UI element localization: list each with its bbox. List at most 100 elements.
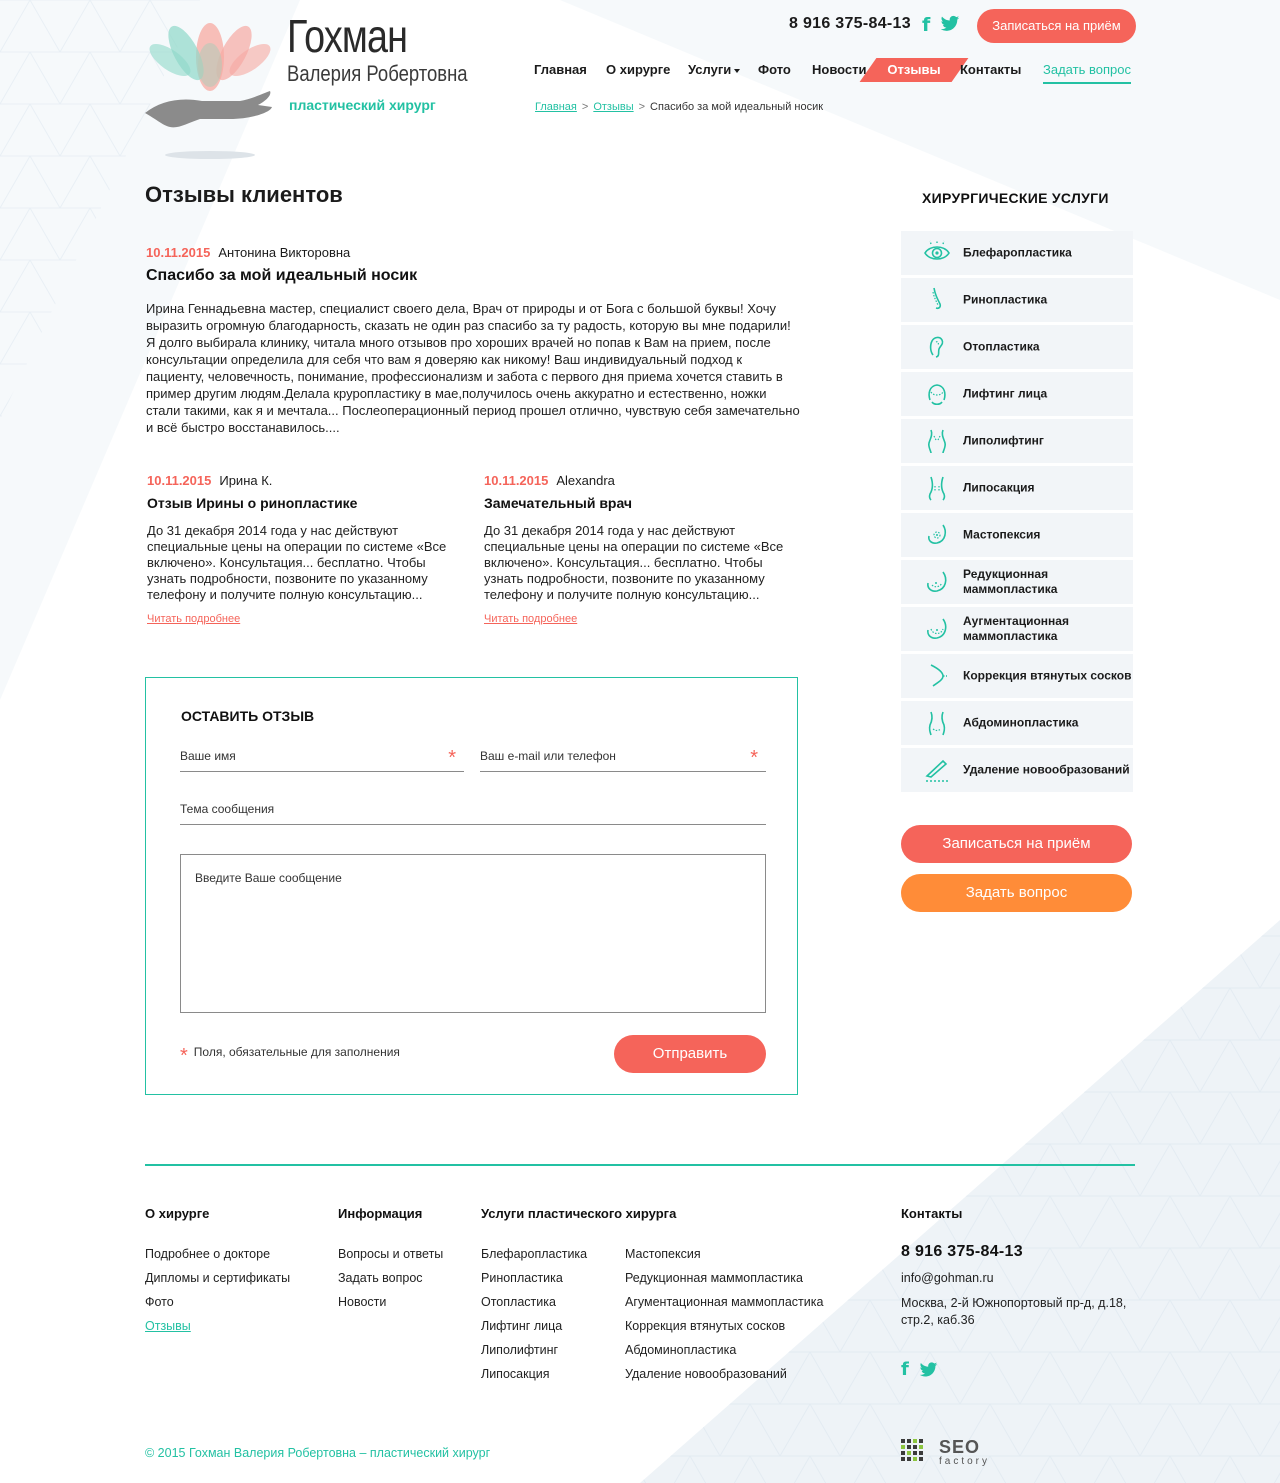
footer-link[interactable]: Подробнее о докторе bbox=[145, 1247, 270, 1261]
footer-link[interactable]: Лифтинг лица bbox=[481, 1319, 562, 1333]
breast-reduction-icon bbox=[927, 571, 947, 592]
review-author: Антонина Викторовна bbox=[218, 245, 351, 260]
review-text: До 31 декабря 2014 года у нас действуют … bbox=[484, 523, 784, 602]
footer-link[interactable]: Ринопластика bbox=[481, 1271, 563, 1285]
review-title[interactable]: Замечательный врач bbox=[484, 495, 632, 511]
read-more-link[interactable]: Читать подробнее bbox=[147, 613, 240, 625]
header-phone[interactable]: 8 916 375-84-13 bbox=[789, 15, 911, 33]
required-note: * Поля, обязательные для заполнения bbox=[180, 1045, 400, 1068]
footer-link[interactable]: Мастопексия bbox=[625, 1247, 701, 1261]
sidebar-item-facelift[interactable]: Лифтинг лица bbox=[901, 372, 1133, 416]
name-field[interactable]: Ваше имя * bbox=[180, 742, 464, 772]
required-star: * bbox=[750, 747, 758, 769]
sidebar-item-blepharoplasty[interactable]: Блефаропластика bbox=[901, 231, 1133, 275]
footer-phone[interactable]: 8 916 375-84-13 bbox=[901, 1243, 1023, 1261]
sidebar-item-label: Коррекция втянутых сосков bbox=[963, 668, 1132, 683]
facebook-icon[interactable]: f bbox=[901, 1359, 909, 1380]
sidebar-item-reduction-mammoplasty[interactable]: Редукционная маммопластика bbox=[901, 560, 1133, 604]
brand-name: Гохман bbox=[287, 10, 408, 62]
sidebar-item-abdominoplasty[interactable]: Абдоминопластика bbox=[901, 701, 1133, 745]
footer-contacts-title: Контакты bbox=[901, 1206, 963, 1221]
twitter-icon[interactable] bbox=[940, 15, 960, 33]
nose-icon bbox=[932, 287, 942, 310]
submit-button[interactable]: Отправить bbox=[614, 1035, 766, 1073]
subject-field[interactable]: Тема сообщения bbox=[180, 795, 766, 825]
footer-link[interactable]: Блефаропластика bbox=[481, 1247, 587, 1261]
ask-question-button-sidebar[interactable]: Задать вопрос bbox=[901, 874, 1132, 912]
sidebar-item-lipolifting[interactable]: Липолифтинг bbox=[901, 419, 1133, 463]
read-more-link[interactable]: Читать подробнее bbox=[484, 613, 577, 625]
chevron-down-icon bbox=[734, 68, 741, 73]
footer-link[interactable]: Вопросы и ответы bbox=[338, 1247, 443, 1261]
brand-subtitle: Валерия Робертовна bbox=[287, 61, 468, 86]
sidebar-item-nipple-correction[interactable]: Коррекция втянутых сосков bbox=[901, 654, 1133, 698]
sidebar-item-label: Лифтинг лица bbox=[963, 386, 1048, 401]
breadcrumb: Главная > Отзывы > Спасибо за мой идеальный … bbox=[535, 101, 823, 113]
nav-contacts[interactable]: Контакты bbox=[960, 60, 1021, 80]
footer-link[interactable]: Коррекция втянутых сосков bbox=[625, 1319, 785, 1333]
footer-link[interactable]: Абдоминопластика bbox=[625, 1343, 736, 1357]
nav-ask-question[interactable]: Задать вопрос bbox=[1043, 60, 1131, 84]
breast-icon bbox=[928, 524, 947, 544]
footer-link[interactable]: Отопластика bbox=[481, 1295, 556, 1309]
eye-icon bbox=[924, 240, 950, 260]
footer-link[interactable]: Фото bbox=[145, 1295, 174, 1309]
appoint-button-header[interactable]: Записаться на приём bbox=[977, 9, 1136, 43]
nav-reviews-label: Отзывы bbox=[887, 62, 941, 77]
breadcrumb-home[interactable]: Главная bbox=[535, 101, 577, 113]
sidebar-item-mastopexy[interactable]: Мастопексия bbox=[901, 513, 1133, 557]
nav-services-label: Услуги bbox=[688, 62, 732, 77]
sidebar-item-otoplasty[interactable]: Отопластика bbox=[901, 325, 1133, 369]
sidebar-item-liposuction[interactable]: Липосакция bbox=[901, 466, 1133, 510]
nav-reviews[interactable]: Отзывы bbox=[859, 58, 969, 82]
sidebar-item-neoplasm-removal[interactable]: Удаление новообразований bbox=[901, 748, 1133, 792]
sidebar-item-label: Редукционная маммопластика bbox=[963, 567, 1058, 596]
footer-link[interactable]: Дипломы и сертификаты bbox=[145, 1271, 290, 1285]
face-icon bbox=[928, 384, 946, 406]
footer-link[interactable]: Липолифтинг bbox=[481, 1343, 558, 1357]
review-date: 10.11.2015 bbox=[147, 473, 212, 488]
breadcrumb-reviews[interactable]: Отзывы bbox=[593, 101, 633, 113]
abdomen-icon bbox=[928, 711, 946, 736]
review-text: До 31 декабря 2014 года у нас действуют … bbox=[147, 523, 447, 602]
copyright: © 2015 Гохман Валерия Робертовна – пласт… bbox=[145, 1446, 491, 1460]
message-placeholder: Введите Ваше сообщение bbox=[195, 871, 342, 885]
message-textarea[interactable]: Введите Ваше сообщение bbox=[180, 854, 766, 1013]
page-title: Отзывы клиентов bbox=[145, 182, 343, 207]
review-meta: 10.11.2015 Ирина К. bbox=[147, 473, 272, 488]
footer-link[interactable]: Удаление новообразований bbox=[625, 1367, 787, 1381]
nav-about[interactable]: О хирурге bbox=[606, 60, 670, 80]
sidebar-item-label: Аугментационная маммопластика bbox=[963, 614, 1069, 643]
lotus-logo[interactable] bbox=[140, 5, 280, 165]
nav-photo[interactable]: Фото bbox=[758, 60, 791, 80]
sidebar-item-augmentation-mammoplasty[interactable]: Аугментационная маммопластика bbox=[901, 607, 1133, 651]
ear-icon bbox=[929, 336, 944, 358]
appoint-button-sidebar[interactable]: Записаться на приём bbox=[901, 825, 1132, 863]
sidebar-item-label: Удаление новообразований bbox=[963, 762, 1130, 777]
facebook-icon[interactable]: f bbox=[922, 14, 930, 36]
sidebar-item-label: Абдоминопластика bbox=[963, 715, 1079, 730]
review-title[interactable]: Отзыв Ирины о ринопластике bbox=[147, 495, 357, 511]
twitter-icon[interactable] bbox=[919, 1362, 938, 1378]
footer-info-title: Информация bbox=[338, 1206, 423, 1221]
sidebar-item-label: Ринопластика bbox=[963, 292, 1048, 307]
footer-email[interactable]: info@gohman.ru bbox=[901, 1271, 994, 1285]
footer-link[interactable]: Редукционная маммопластика bbox=[625, 1271, 803, 1285]
footer-link[interactable]: Новости bbox=[338, 1295, 386, 1309]
sidebar-item-label: Липосакция bbox=[963, 480, 1035, 495]
subject-field-label: Тема сообщения bbox=[180, 802, 275, 816]
sidebar-item-label: Отопластика bbox=[963, 339, 1040, 354]
footer-link[interactable]: Агументационная маммопластика bbox=[625, 1295, 823, 1309]
footer-address: Москва, 2-й Южнопортовый пр-д, д.18, стр… bbox=[901, 1296, 1127, 1327]
footer-link-active[interactable]: Отзывы bbox=[145, 1319, 191, 1333]
featured-review-title[interactable]: Спасибо за мой идеальный носик bbox=[146, 267, 417, 285]
seo-factory-logo-icon[interactable] bbox=[901, 1439, 929, 1465]
footer-link[interactable]: Задать вопрос bbox=[338, 1271, 423, 1285]
nav-home[interactable]: Главная bbox=[534, 60, 587, 80]
contact-field[interactable]: Ваш e-mail или телефон * bbox=[480, 742, 766, 772]
sidebar-item-rhinoplasty[interactable]: Ринопластика bbox=[901, 278, 1133, 322]
sidebar-item-label: Блефаропластика bbox=[963, 245, 1072, 260]
footer-link[interactable]: Липосакция bbox=[481, 1367, 550, 1381]
nav-services[interactable]: Услуги bbox=[688, 60, 741, 80]
nav-news[interactable]: Новости bbox=[812, 60, 867, 80]
